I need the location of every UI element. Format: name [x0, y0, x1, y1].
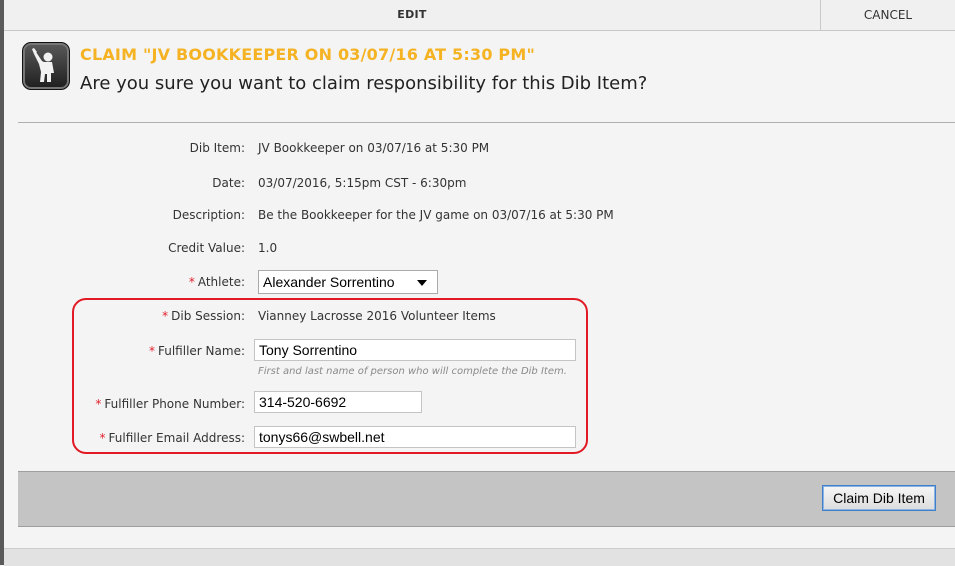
- athlete-select[interactable]: Alexander Sorrentino: [258, 270, 438, 294]
- divider: [18, 122, 955, 123]
- athlete-label-text: Athlete:: [197, 275, 245, 289]
- credit-value-value: 1.0: [258, 241, 278, 255]
- fulfiller-email-label: * Fulfiller Email Address:: [100, 431, 245, 445]
- required-marker: *: [149, 344, 155, 358]
- fulfiller-phone-label-text: Fulfiller Phone Number:: [104, 397, 245, 411]
- required-marker: *: [95, 397, 102, 411]
- fulfiller-phone-label: * Fulfiller Phone Number:: [95, 397, 245, 411]
- tab-edit[interactable]: EDIT: [4, 0, 821, 30]
- description-value: Be the Bookkeeper for the JV game on 03/…: [258, 208, 614, 222]
- claim-question: Are you sure you want to claim responsib…: [80, 73, 648, 94]
- claim-title: CLAIM "JV BOOKKEEPER ON 03/07/16 AT 5:30…: [80, 45, 536, 64]
- dib-session-label-text: Dib Session:: [171, 309, 245, 323]
- bottom-bar: [4, 548, 955, 566]
- fulfiller-name-hint: First and last name of person who will c…: [258, 366, 567, 377]
- dib-session-value: Vianney Lacrosse 2016 Volunteer Items: [258, 309, 496, 323]
- fulfiller-name-label: * Fulfiller Name:: [149, 344, 245, 358]
- fulfiller-email-label-text: Fulfiller Email Address:: [108, 431, 245, 445]
- required-marker: *: [162, 309, 169, 323]
- chevron-down-icon: [417, 280, 427, 286]
- fulfiller-name-field[interactable]: Tony Sorrentino: [254, 339, 576, 361]
- window-left-edge: [0, 0, 4, 565]
- athlete-label: * Athlete:: [189, 275, 245, 289]
- credit-value-label: Credit Value:: [168, 241, 245, 255]
- fulfiller-phone-field[interactable]: 314-520-6692: [254, 391, 422, 413]
- dib-session-label: * Dib Session:: [162, 309, 245, 323]
- fulfiller-email-field[interactable]: tonys66@swbell.net: [254, 426, 576, 448]
- date-value: 03/07/2016, 5:15pm CST - 6:30pm: [258, 176, 467, 190]
- required-marker: *: [188, 275, 195, 289]
- description-label: Description:: [172, 208, 245, 222]
- dib-item-label: Dib Item:: [189, 141, 245, 155]
- claim-dib-item-button[interactable]: Claim Dib Item: [822, 485, 936, 511]
- date-label: Date:: [212, 176, 245, 190]
- athlete-selected-value: Alexander Sorrentino: [263, 274, 395, 290]
- cancel-button[interactable]: CANCEL: [821, 0, 955, 30]
- required-marker: *: [99, 431, 106, 445]
- volunteer-raising-hand-icon: [22, 42, 70, 90]
- dialog-footer: [18, 471, 955, 527]
- fulfiller-name-label-text: Fulfiller Name:: [158, 344, 245, 358]
- tab-bar: EDIT CANCEL: [4, 0, 955, 31]
- dib-item-value: JV Bookkeeper on 03/07/16 at 5:30 PM: [258, 141, 490, 155]
